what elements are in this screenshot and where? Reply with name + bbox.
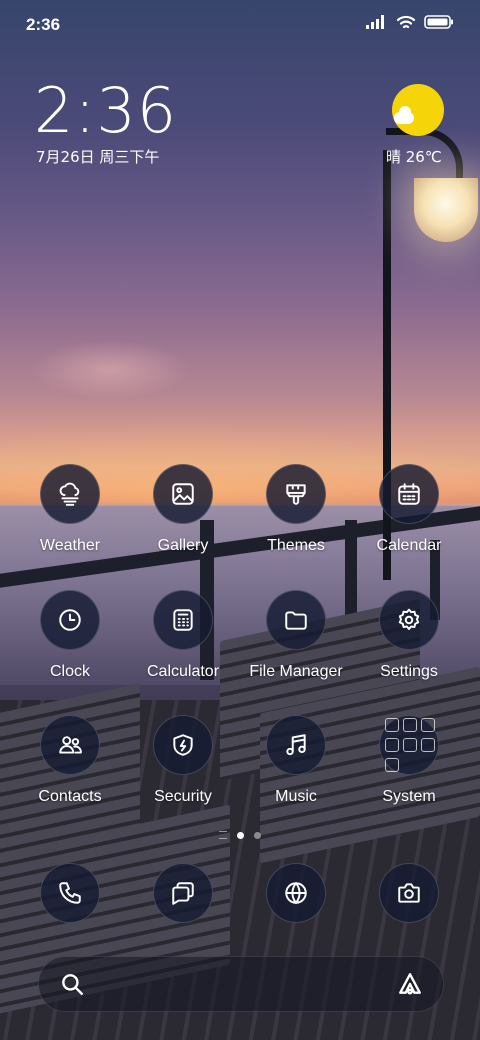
- cloud-fog-icon: [40, 464, 100, 524]
- dock-phone[interactable]: [10, 863, 130, 923]
- messages-icon: [153, 863, 213, 923]
- app-security[interactable]: Security: [123, 715, 243, 806]
- clock-widget-date: 7月26日 周三下午: [36, 148, 160, 166]
- app-settings[interactable]: Settings: [349, 590, 469, 681]
- status-bar: 2:36: [0, 0, 480, 52]
- app-weather[interactable]: Weather: [10, 464, 130, 555]
- page-dot-active[interactable]: [237, 831, 244, 839]
- camera-icon: [379, 863, 439, 923]
- image-icon: [153, 464, 213, 524]
- folder-icon: [266, 590, 326, 650]
- app-clock[interactable]: Clock: [10, 590, 130, 681]
- phone-icon: [40, 863, 100, 923]
- app-contacts[interactable]: Contacts: [10, 715, 130, 806]
- paintbrush-icon: [266, 464, 326, 524]
- app-label: Calendar: [376, 537, 442, 554]
- assistant-icon[interactable]: [397, 971, 423, 997]
- gear-icon: [379, 590, 439, 650]
- app-label: File Manager: [249, 663, 343, 680]
- dock-browser[interactable]: [236, 863, 356, 923]
- search-icon[interactable]: [59, 971, 85, 997]
- app-gallery[interactable]: Gallery: [123, 464, 243, 555]
- signal-icon: [366, 15, 384, 29]
- app-themes[interactable]: Themes: [236, 464, 356, 555]
- app-label: Settings: [380, 663, 438, 680]
- dock-camera[interactable]: [349, 863, 469, 923]
- browser-globe-icon: [266, 863, 326, 923]
- page-indicator[interactable]: [0, 831, 480, 839]
- app-label: Clock: [49, 663, 90, 680]
- app-label: Themes: [267, 537, 325, 554]
- app-label: Contacts: [38, 788, 102, 805]
- app-folder-system[interactable]: System: [349, 715, 469, 806]
- music-note-icon: [266, 715, 326, 775]
- weather-widget-text: 晴 26℃: [386, 148, 442, 166]
- folder-grid-icon: [379, 715, 439, 775]
- app-calendar[interactable]: Calendar: [349, 464, 469, 555]
- app-calculator[interactable]: Calculator: [123, 590, 243, 681]
- small-cloud-icon: [394, 106, 414, 124]
- search-bar[interactable]: [38, 956, 444, 1012]
- minus-one-screen-indicator[interactable]: [219, 831, 227, 839]
- shield-bolt-icon: [153, 715, 213, 775]
- app-label: System: [382, 788, 436, 805]
- clock-icon: [40, 590, 100, 650]
- dock-messages[interactable]: [123, 863, 243, 923]
- app-music[interactable]: Music: [236, 715, 356, 806]
- calculator-icon: [153, 590, 213, 650]
- wifi-icon: [396, 15, 416, 29]
- app-label: Gallery: [157, 537, 209, 554]
- calendar-icon: [379, 464, 439, 524]
- app-label: Weather: [39, 537, 101, 554]
- battery-icon: [424, 15, 453, 29]
- status-time: 2:36: [26, 15, 61, 34]
- contacts-icon: [40, 715, 100, 775]
- app-label: Security: [154, 788, 212, 805]
- page-dot[interactable]: [254, 831, 261, 839]
- app-label: Music: [275, 788, 317, 805]
- clock-widget-time[interactable]: 2:36: [34, 74, 177, 147]
- app-file-manager[interactable]: File Manager: [236, 590, 356, 681]
- app-label: Calculator: [146, 663, 220, 680]
